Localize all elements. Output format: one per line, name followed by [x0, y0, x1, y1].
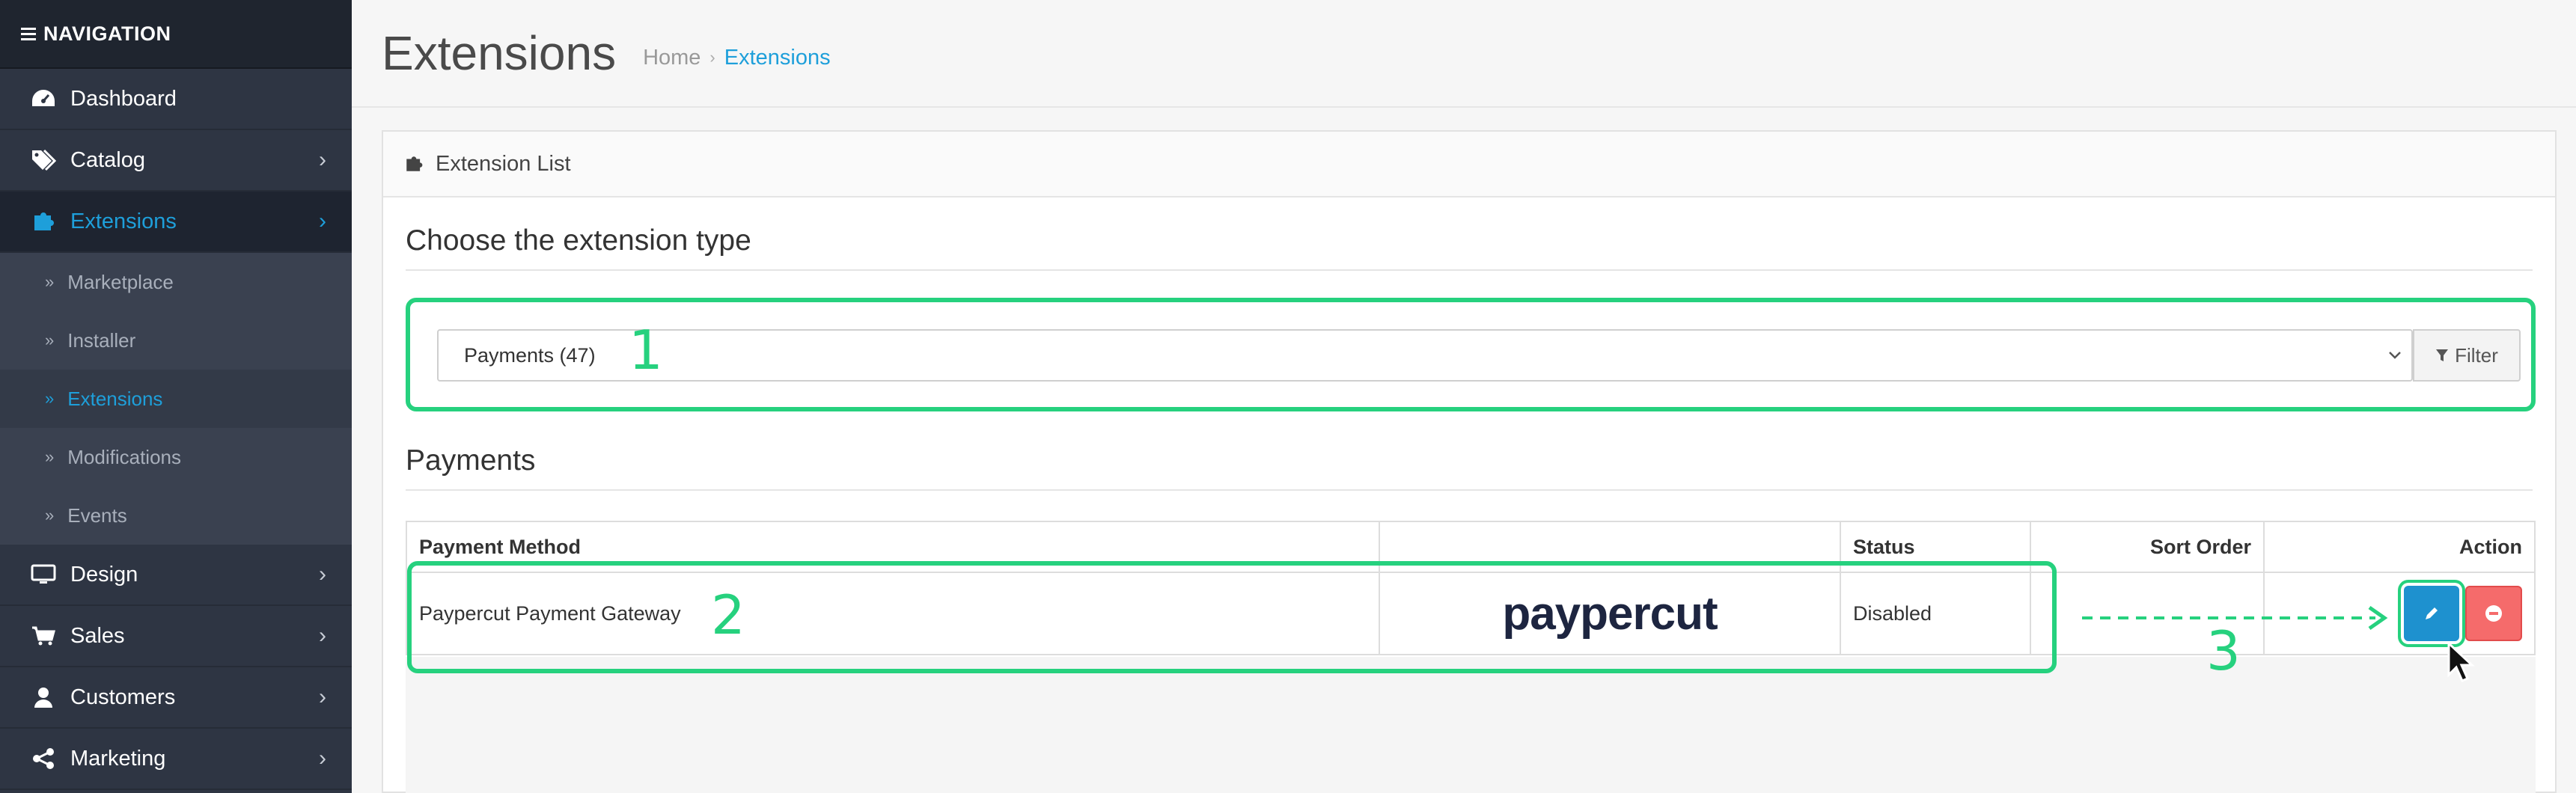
divider: [406, 489, 2533, 491]
tags-icon: [28, 149, 58, 171]
breadcrumb: Home › Extensions: [643, 46, 831, 70]
minus-circle-icon: [2485, 605, 2502, 622]
filter-icon: [2435, 348, 2449, 363]
chevron-right-icon: ›: [319, 209, 326, 233]
sidebar-item-label: Marketing: [70, 746, 166, 771]
edit-button[interactable]: [2404, 586, 2459, 641]
sidebar: NAVIGATION Dashboard Catalog › Extension…: [0, 0, 352, 793]
highlight-box-2: [407, 561, 2057, 673]
chevron-right-icon: ›: [319, 623, 326, 648]
pencil-icon: [2426, 607, 2438, 619]
extensions-submenu: » Marketplace » Installer » Extensions »…: [0, 253, 352, 545]
submenu-item-marketplace[interactable]: » Marketplace: [0, 253, 352, 311]
puzzle-icon: [28, 209, 58, 233]
filter-button-label: Filter: [2455, 343, 2498, 367]
column-header-sort-order[interactable]: Sort Order: [2031, 522, 2265, 572]
nav-header-label: NAVIGATION: [43, 22, 171, 45]
sidebar-item-label: Catalog: [70, 147, 145, 172]
sidebar-item-label: Customers: [70, 685, 176, 709]
sidebar-item-label: Sales: [70, 623, 125, 648]
extension-type-select[interactable]: Payments (47): [437, 329, 2413, 382]
chevron-down-icon: [2386, 346, 2404, 369]
cart-icon: [28, 625, 58, 647]
uninstall-button[interactable]: [2465, 586, 2522, 641]
double-chevron-icon: »: [45, 506, 55, 524]
sidebar-item-dashboard[interactable]: Dashboard: [0, 69, 352, 130]
puzzle-icon: [404, 154, 424, 174]
breadcrumb-home[interactable]: Home: [643, 46, 701, 70]
select-value: Payments (47): [464, 343, 596, 367]
submenu-item-installer[interactable]: » Installer: [0, 311, 352, 370]
submenu-item-modifications[interactable]: » Modifications: [0, 428, 352, 486]
annotation-number-2: 2: [711, 584, 745, 646]
share-icon: [28, 747, 58, 770]
annotation-number-3: 3: [2206, 619, 2241, 682]
double-chevron-icon: »: [45, 272, 55, 291]
user-icon: [28, 686, 58, 708]
chevron-right-icon: ›: [319, 746, 326, 771]
panel-heading-label: Extension List: [436, 151, 571, 176]
monitor-icon: [28, 563, 58, 586]
page-header: Extensions Home › Extensions: [352, 0, 2576, 108]
submenu-item-label: Marketplace: [67, 270, 174, 293]
submenu-item-label: Events: [67, 503, 127, 527]
mouse-cursor-icon: [2447, 642, 2475, 682]
chevron-right-icon: ›: [319, 562, 326, 587]
double-chevron-icon: »: [45, 389, 55, 408]
sidebar-item-design[interactable]: Design ›: [0, 545, 352, 606]
sidebar-item-catalog[interactable]: Catalog ›: [0, 130, 352, 192]
chevron-right-icon: ›: [319, 685, 326, 709]
payments-title: Payments: [406, 444, 536, 477]
sidebar-item-sales[interactable]: Sales ›: [0, 606, 352, 667]
menu-icon: [21, 25, 36, 43]
sidebar-item-customers[interactable]: Customers ›: [0, 667, 352, 729]
sidebar-item-label: Dashboard: [70, 86, 177, 111]
divider: [406, 269, 2533, 271]
double-chevron-icon: »: [45, 331, 55, 349]
column-header-action: Action: [2459, 535, 2522, 558]
choose-type-title: Choose the extension type: [406, 224, 751, 257]
sidebar-item-extensions[interactable]: Extensions ›: [0, 192, 352, 253]
extension-list-panel: Extension List Choose the extension type…: [382, 130, 2557, 793]
page-title: Extensions: [382, 26, 617, 80]
sidebar-item-marketing[interactable]: Marketing ›: [0, 729, 352, 790]
chevron-right-icon: ›: [319, 147, 326, 172]
breadcrumb-extensions[interactable]: Extensions: [724, 46, 831, 70]
sidebar-item-label: Extensions: [70, 209, 177, 233]
nav-header[interactable]: NAVIGATION: [0, 0, 352, 69]
submenu-item-extensions[interactable]: » Extensions: [0, 370, 352, 428]
panel-heading: Extension List: [383, 132, 2555, 198]
annotation-number-1: 1: [629, 319, 663, 382]
submenu-item-label: Modifications: [67, 445, 181, 468]
submenu-item-label: Installer: [67, 328, 136, 352]
filter-button[interactable]: Filter: [2413, 329, 2521, 382]
submenu-item-label: Extensions: [67, 387, 163, 410]
sidebar-item-label: Design: [70, 562, 138, 587]
submenu-item-events[interactable]: » Events: [0, 486, 352, 545]
breadcrumb-separator-icon: ›: [709, 48, 715, 67]
dashboard-icon: [28, 88, 58, 109]
double-chevron-icon: »: [45, 447, 55, 466]
